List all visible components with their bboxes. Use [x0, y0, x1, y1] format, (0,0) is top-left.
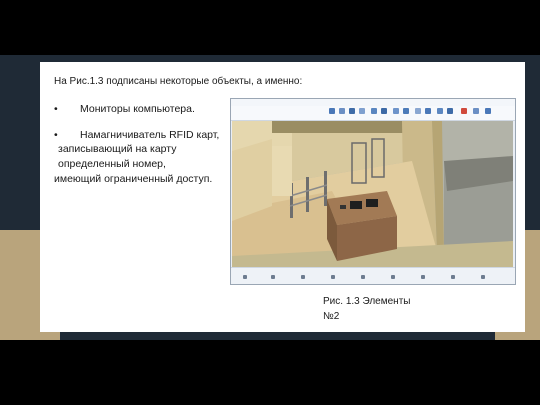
- toolbar-icon: [403, 108, 409, 114]
- status-icon: [391, 275, 395, 279]
- status-icon: [331, 275, 335, 279]
- status-icon: [301, 275, 305, 279]
- top-band: [0, 0, 540, 55]
- rfid-device: [340, 205, 346, 209]
- toolbar-icon: [461, 108, 467, 114]
- bullet-continuation: определенный номер,: [58, 158, 166, 170]
- toolbar-icon: [393, 108, 399, 114]
- turnstile-post: [324, 171, 327, 206]
- figure-caption: Рис. 1.3 Элементы №2: [323, 294, 410, 324]
- 3d-viewport: [232, 121, 513, 267]
- figure-screenshot: [230, 98, 516, 285]
- turnstile-post: [306, 177, 309, 212]
- toolbar-icon: [447, 108, 453, 114]
- cabinet: [272, 146, 292, 196]
- monitor: [350, 201, 362, 209]
- caption-line: Рис. 1.3 Элементы: [323, 296, 411, 307]
- bullet-text: Намагничиватель RFID карт,: [80, 129, 220, 141]
- status-icon: [271, 275, 275, 279]
- screenshot-titlebar: [231, 99, 515, 106]
- bullet-text: Мониторы компьютера.: [80, 103, 195, 115]
- bullet-continuation: имеющий ограниченный доступ.: [54, 173, 213, 185]
- status-icon: [243, 275, 247, 279]
- toolbar-icon: [371, 108, 377, 114]
- toolbar-icon: [437, 108, 443, 114]
- toolbar-icon: [425, 108, 431, 114]
- toolbar-icon: [473, 108, 479, 114]
- status-icon: [451, 275, 455, 279]
- toolbar-icon: [339, 108, 345, 114]
- toolbar-icon: [349, 108, 355, 114]
- bullet-continuation: записывающий на карту: [58, 143, 177, 155]
- caption-line: №2: [323, 311, 340, 322]
- toolbar-icon: [381, 108, 387, 114]
- status-icon: [421, 275, 425, 279]
- toolbar-icon: [485, 108, 491, 114]
- status-icon: [361, 275, 365, 279]
- monitor: [366, 199, 378, 207]
- slide-card: На Рис.1.3 подписаны некоторые объекты, …: [40, 62, 525, 332]
- toolbar-icon: [415, 108, 421, 114]
- toolbar-icon: [329, 108, 335, 114]
- bullet-marker: •: [54, 129, 58, 141]
- bullet-marker: •: [54, 103, 58, 115]
- room-render: [232, 121, 513, 267]
- status-icon: [481, 275, 485, 279]
- slide-title: На Рис.1.3 подписаны некоторые объекты, …: [54, 76, 303, 87]
- toolbar-icon: [359, 108, 365, 114]
